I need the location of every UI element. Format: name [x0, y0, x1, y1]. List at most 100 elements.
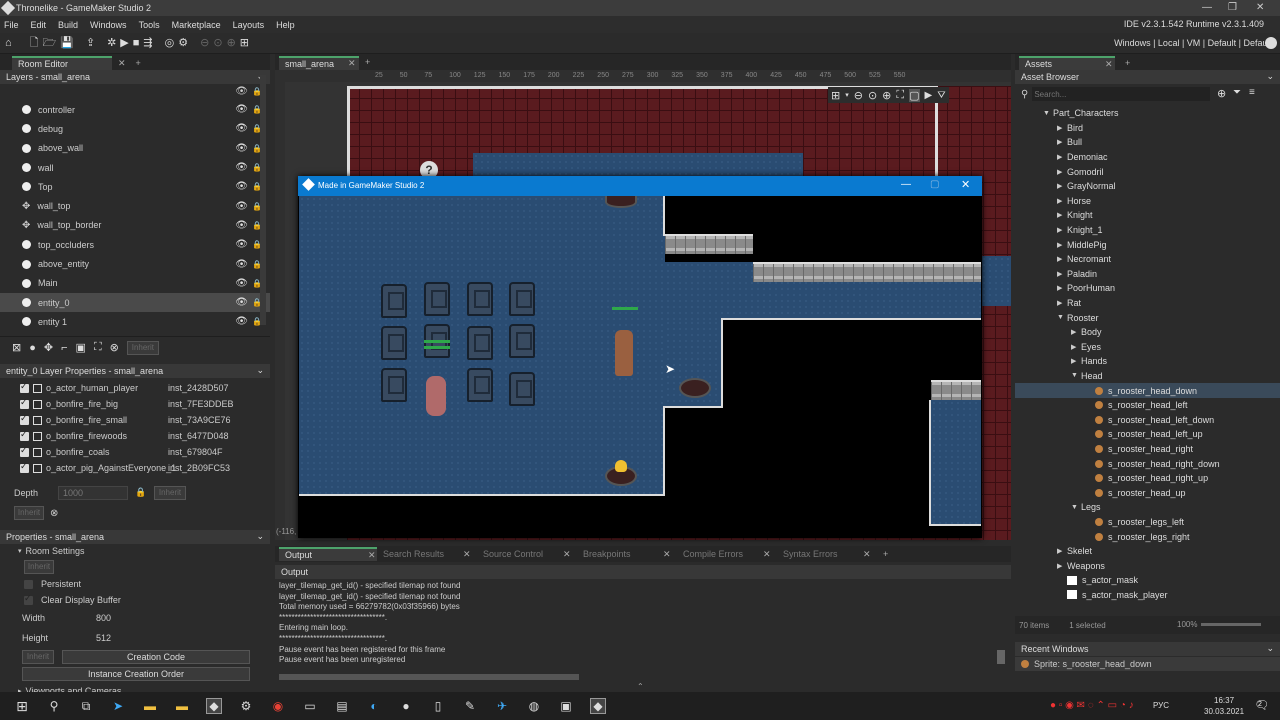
zoom-in-icon[interactable]: ⊕ [227, 37, 236, 50]
delete-layer-icon[interactable]: ⊗ [110, 341, 119, 354]
home-icon[interactable]: ⌂ [5, 37, 12, 50]
caret-right-icon[interactable]: ▶ [1057, 226, 1067, 234]
asset-folder[interactable]: ▶ GrayNormal [1015, 179, 1280, 194]
instance-row[interactable]: o_bonfire_firewoods inst_6477D048 [0, 428, 270, 444]
caret-right-icon[interactable]: ▶ [1057, 270, 1067, 278]
close-icon[interactable]: ✕ [1256, 2, 1264, 13]
caret-right-icon[interactable]: ▶ [1057, 241, 1067, 249]
layer-item[interactable]: wall 👁 🔒 [0, 158, 270, 177]
asset-folder[interactable]: ▶ Bird [1015, 121, 1280, 136]
eye-icon[interactable]: 👁 [235, 220, 248, 231]
add-background-layer-icon[interactable]: ⊠ [12, 341, 21, 354]
asset-item[interactable]: s_rooster_head_down [1015, 383, 1280, 398]
instance-creation-order-button[interactable]: Instance Creation Order [22, 667, 250, 681]
creation-code-button[interactable]: Creation Code [62, 649, 250, 664]
fit-view-icon[interactable]: ⛶ [896, 89, 904, 102]
height-field[interactable]: 512 [96, 633, 111, 643]
instance-row[interactable]: o_actor_human_player inst_2428D507 [0, 380, 270, 396]
caret-right-icon[interactable]: ▶ [1057, 211, 1067, 219]
task-view-icon[interactable]: ⧉ [78, 698, 94, 714]
close-tab-icon[interactable]: ✕ [763, 549, 771, 560]
play-icon[interactable]: ▶ [925, 90, 933, 101]
inherit-layers-button[interactable]: Inherit [126, 340, 159, 355]
chevron-down-icon[interactable]: ⌄ [256, 531, 264, 542]
room-tab[interactable]: small_arena [279, 56, 359, 70]
eye-icon[interactable]: 👁 [235, 162, 248, 173]
chrome-icon[interactable]: ◉ [270, 698, 286, 714]
maximize-icon[interactable]: ▢ [930, 179, 939, 190]
power-automate-icon[interactable]: ➤ [110, 698, 126, 714]
caret-right-icon[interactable]: ▶ [1057, 255, 1067, 263]
clock-time[interactable]: 16:37 [1214, 696, 1234, 705]
assets-tab[interactable]: Assets ✕ [1019, 56, 1115, 70]
caret-right-icon[interactable]: ▶ [1057, 153, 1067, 161]
output-scrollbar[interactable] [997, 650, 1005, 664]
close-tab-icon[interactable]: ✕ [563, 549, 571, 560]
steam-icon[interactable]: ◍ [526, 698, 542, 714]
run-icon[interactable]: ▶ [120, 37, 128, 50]
environment-bar[interactable]: Windows | Local | VM | Default | Default [1114, 38, 1272, 48]
layer-item[interactable]: ✥ wall_top_border 👁 🔒 [0, 216, 270, 235]
eye-icon[interactable]: 👁 [235, 143, 248, 154]
asset-browser-header[interactable]: Asset Browser ⌄ [1015, 70, 1280, 84]
folder-icon[interactable]: ▬ [174, 698, 190, 714]
eye-icon[interactable]: 👁 [235, 104, 248, 115]
clear-inherit-icon[interactable]: ⊗ [50, 508, 58, 519]
zoom-slider[interactable] [1201, 623, 1261, 626]
chevron-down-icon[interactable]: ⌄ [1266, 643, 1274, 654]
caret-right-icon[interactable]: ▶ [1057, 138, 1067, 146]
eye-icon[interactable]: 👁 [235, 239, 248, 250]
asset-folder[interactable]: ▼ Part_Characters [1015, 106, 1280, 121]
menu-file[interactable]: File [4, 20, 19, 30]
asset-folder[interactable]: ▶ Horse [1015, 194, 1280, 209]
output-tab[interactable]: Output ✕ [279, 547, 377, 561]
recent-window-item[interactable]: Sprite: s_rooster_head_down [1015, 657, 1280, 671]
room-properties-header[interactable]: Properties - small_arena ⌄ [0, 530, 270, 544]
caret-right-icon[interactable]: ▶ [1057, 197, 1067, 205]
close-tab-icon[interactable]: ✕ [348, 58, 356, 69]
inherit-instances-button[interactable]: Inherit [14, 506, 44, 520]
menu-tools[interactable]: Tools [139, 20, 160, 30]
game-viewport[interactable]: ➤ [299, 196, 981, 538]
eye-icon[interactable]: 👁 [235, 181, 248, 192]
asset-item[interactable]: s_rooster_legs_left [1015, 515, 1280, 530]
room-settings-row[interactable]: ▾ Room Settings [0, 544, 270, 558]
add-tab-icon[interactable]: + [883, 549, 888, 559]
asset-item[interactable]: s_rooster_head_right_down [1015, 456, 1280, 471]
breakpoints-tab[interactable]: Breakpoints ✕ [577, 549, 677, 559]
close-tab-icon[interactable]: ✕ [1105, 59, 1113, 70]
target-icon[interactable]: ◎ [165, 37, 175, 50]
layer-properties-header[interactable]: entity_0 Layer Properties - small_arena … [0, 364, 270, 378]
asset-item[interactable]: s_rooster_legs_right [1015, 529, 1280, 544]
instance-checkbox[interactable] [20, 429, 29, 441]
asset-folder[interactable]: ▶ Rat [1015, 296, 1280, 311]
room-inherit-button[interactable]: Inherit [24, 560, 54, 574]
instance-row[interactable]: o_actor_pig_AgainstEveryone_1inst_2B09FC… [0, 460, 270, 476]
clear-display-row[interactable]: Clear Display Buffer [0, 592, 270, 608]
menu-icon[interactable]: ≡ [1249, 87, 1255, 98]
chevron-down-icon[interactable]: ⌄ [1266, 71, 1274, 82]
asset-folder[interactable]: ▶ Demoniac [1015, 150, 1280, 165]
caret-right-icon[interactable]: ▶ [1057, 168, 1067, 176]
asset-folder[interactable]: ▶ PoorHuman [1015, 281, 1280, 296]
game-window[interactable]: Made in GameMaker Studio 2 — ▢ ✕ ➤ [298, 176, 982, 538]
instance-row[interactable]: o_bonfire_fire_small inst_73A9CE76 [0, 412, 270, 428]
asset-item[interactable]: s_rooster_head_left_up [1015, 427, 1280, 442]
chevron-down-icon[interactable]: ▾ [845, 91, 849, 99]
layer-item[interactable]: controller 👁 🔒 [0, 100, 270, 119]
depth-field[interactable]: 1000 [58, 486, 128, 500]
layer-item[interactable]: above_wall 👁 🔒 [0, 139, 270, 158]
debug-icon[interactable]: ✲ [107, 37, 116, 50]
asset-folder[interactable]: ▼ Legs [1015, 500, 1280, 515]
close-tab-icon[interactable]: ✕ [463, 549, 471, 560]
filter-icon[interactable]: ⏷ [1233, 87, 1241, 98]
eye-icon[interactable]: 👁 [235, 123, 248, 134]
close-tab-icon[interactable]: ✕ [663, 549, 671, 560]
add-tab-icon[interactable]: + [136, 58, 141, 68]
app-icon[interactable]: ▣ [558, 698, 574, 714]
persistent-row[interactable]: Persistent [0, 576, 270, 592]
asset-folder[interactable]: ▶ Hands [1015, 354, 1280, 369]
add-folder-icon[interactable]: ⛶ [94, 341, 102, 354]
chevron-up-icon[interactable]: ⌃ [637, 682, 644, 691]
asset-item[interactable]: s_rooster_head_right [1015, 442, 1280, 457]
